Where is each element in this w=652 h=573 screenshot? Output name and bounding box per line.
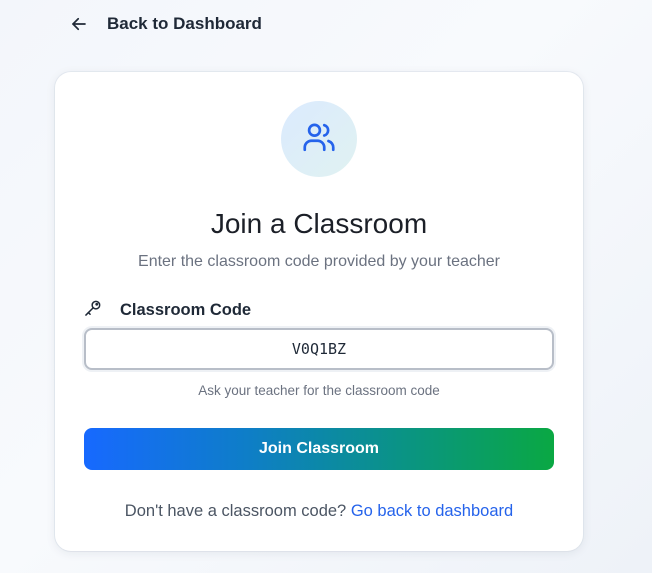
back-to-dashboard-link[interactable]: Back to Dashboard [70,13,262,35]
join-classroom-button[interactable]: Join Classroom [84,428,554,470]
footer-text: Don't have a classroom code? [124,502,351,520]
key-icon [83,298,103,323]
arrow-left-icon [70,15,88,33]
page-title: Join a Classroom [210,208,428,239]
classroom-code-label: Classroom Code [83,299,251,321]
helper-text: Ask your teacher for the classroom code [198,383,440,398]
page-subtitle: Enter the classroom code provided by you… [138,253,500,270]
icon-badge [281,101,357,177]
users-icon [301,119,337,160]
join-classroom-card: Join a Classroom Enter the classroom cod… [55,72,583,551]
footer-prompt: Don't have a classroom code? Go back to … [55,502,583,521]
field-label-text: Classroom Code [120,300,252,319]
back-link-label: Back to Dashboard [107,14,262,33]
go-back-to-dashboard-link[interactable]: Go back to dashboard [351,502,513,520]
classroom-code-input[interactable] [84,328,554,370]
